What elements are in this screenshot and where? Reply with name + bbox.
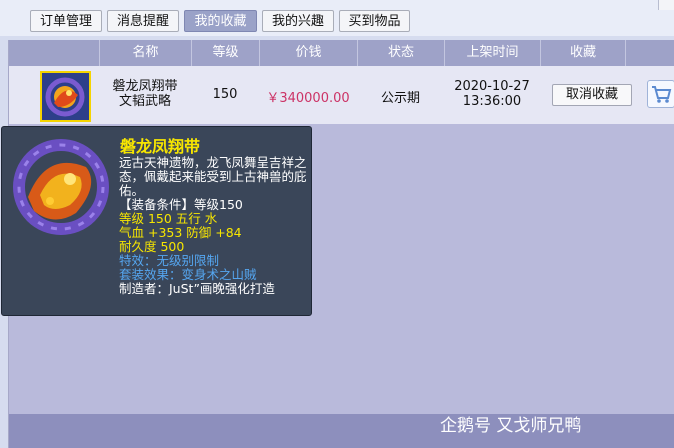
header-level: 等级	[191, 40, 259, 66]
tab-interests[interactable]: 我的兴趣	[262, 10, 334, 32]
tab-purchased[interactable]: 买到物品	[339, 10, 410, 32]
header-status: 状态	[357, 40, 444, 66]
item-price: ￥340000.00	[266, 91, 350, 106]
tooltip-durability: 耐久度 500	[119, 239, 185, 254]
tooltip-special: 特效：无级别限制	[119, 253, 220, 268]
cancel-favorite-button[interactable]: 取消收藏	[552, 84, 632, 106]
tooltip-stats: 气血 +353 防御 +84	[119, 225, 242, 240]
item-name-line2: 文韬武略	[118, 94, 171, 109]
tab-notifications[interactable]: 消息提醒	[107, 10, 179, 32]
header-listed-time: 上架时间	[444, 40, 540, 66]
table-row[interactable]: 磐龙凤翔带 文韬武略 150 ￥340000.00 公示期 2020-10-27…	[9, 66, 674, 124]
window-edge	[658, 0, 674, 10]
header-price: 价钱	[259, 40, 357, 66]
header-blank	[9, 40, 99, 66]
tab-favorites[interactable]: 我的收藏	[184, 10, 257, 32]
header-favorite: 收藏	[540, 40, 625, 66]
item-level: 150	[212, 87, 238, 102]
item-listed-time: 2020-10-27 13:36:00	[444, 79, 540, 109]
tooltip-requirement: 【装备条件】等级150	[119, 197, 243, 212]
item-thumbnail[interactable]	[40, 71, 91, 122]
top-tab-bar: 订单管理 消息提醒 我的收藏 我的兴趣 买到物品	[0, 0, 674, 36]
item-time: 13:36:00	[462, 94, 522, 109]
tooltip-description: 远古天神遗物，龙飞凤舞呈吉祥之态，佩戴起来能受到上古神兽的庇佑。	[119, 155, 307, 198]
table-header: 名称 等级 价钱 状态 上架时间 收藏	[9, 40, 674, 66]
tab-orders[interactable]: 订单管理	[30, 10, 102, 32]
header-name: 名称	[99, 40, 191, 66]
cart-icon	[652, 86, 672, 103]
item-status: 公示期	[380, 91, 420, 106]
tooltip-set-effect: 套装效果：变身术之山贼	[119, 267, 257, 282]
belt-item-icon	[42, 73, 89, 120]
tooltip-maker: 制造者：JuSt”画晚强化打造	[119, 281, 275, 296]
item-name[interactable]: 磐龙凤翔带 文韬武略	[99, 79, 191, 109]
item-tooltip: 磐龙凤翔带 远古天神遗物，龙飞凤舞呈吉祥之态，佩戴起来能受到上古神兽的庇佑。 【…	[1, 126, 312, 316]
watermark-text: 企鹅号 又戈师兄鸭	[440, 416, 582, 436]
belt-large-icon	[13, 139, 109, 235]
cart-button[interactable]	[647, 80, 674, 108]
header-extra	[625, 40, 674, 66]
item-name-line1: 磐龙凤翔带	[112, 79, 178, 94]
tooltip-title: 磐龙凤翔带	[120, 137, 201, 156]
item-date: 2020-10-27	[454, 79, 530, 94]
tooltip-level-element: 等级 150 五行 水	[119, 211, 218, 226]
